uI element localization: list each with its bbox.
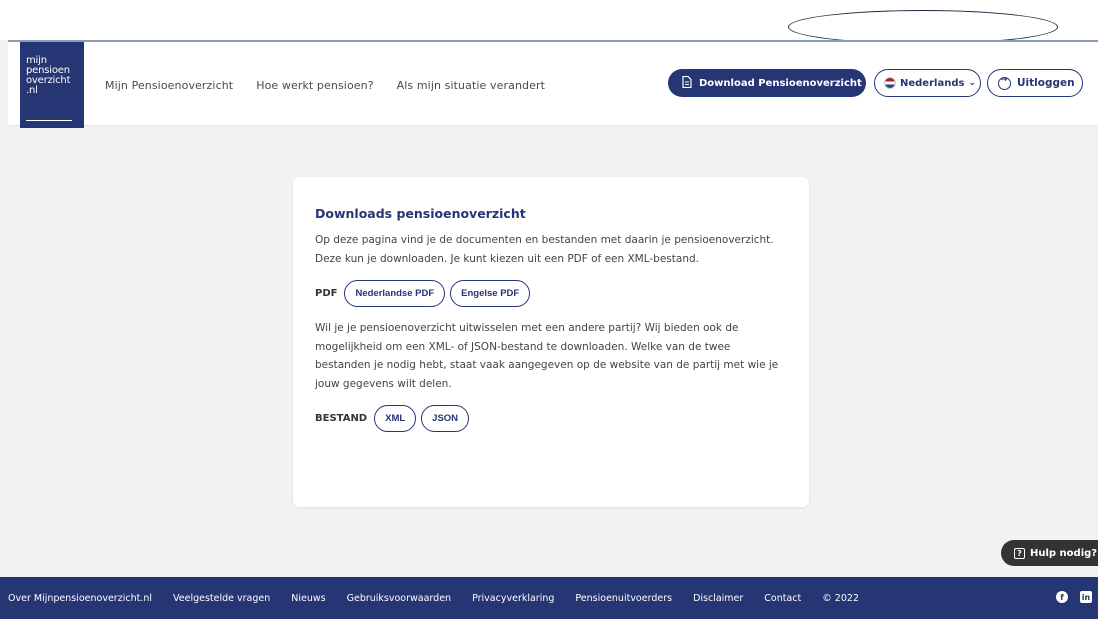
- engelse-pdf-button[interactable]: Engelse PDF: [450, 280, 531, 307]
- social-links: f in: [1056, 591, 1092, 603]
- help-icon: ?: [1014, 547, 1025, 559]
- page-title: Downloads pensioenoverzicht: [315, 206, 526, 221]
- footer-link-contact[interactable]: Contact: [764, 593, 801, 604]
- logout-button[interactable]: Uitloggen: [987, 69, 1083, 97]
- copyright-text: © 2022: [822, 592, 859, 604]
- facebook-icon[interactable]: f: [1056, 591, 1068, 603]
- main-nav: Mijn Pensioenoverzicht Hoe werkt pensioe…: [105, 42, 568, 128]
- footer-link-faq[interactable]: Veelgestelde vragen: [173, 593, 270, 604]
- footer-link-disclaimer[interactable]: Disclaimer: [693, 593, 743, 604]
- nav-item-hoe-werkt-pensioen[interactable]: Hoe werkt pensioen?: [256, 79, 373, 92]
- footer-link-pensioenuitvoerders[interactable]: Pensioenuitvoerders: [575, 593, 672, 604]
- file-row: BESTAND XML JSON: [315, 405, 787, 432]
- annotation-oval: [788, 10, 1058, 44]
- linkedin-icon[interactable]: in: [1080, 591, 1092, 603]
- help-button[interactable]: ? Hulp nodig?: [1001, 540, 1098, 566]
- json-button[interactable]: JSON: [421, 405, 470, 432]
- downloads-card: Downloads pensioenoverzicht Op deze pagi…: [293, 177, 809, 507]
- pdf-label: PDF: [315, 288, 338, 299]
- exchange-text: Wil je je pensioenoverzicht uitwisselen …: [315, 322, 779, 390]
- nav-item-mijn-pensioenoverzicht[interactable]: Mijn Pensioenoverzicht: [105, 79, 233, 92]
- nederlandse-pdf-button[interactable]: Nederlandse PDF: [344, 280, 446, 307]
- help-label: Hulp nodig?: [1030, 547, 1098, 559]
- logo-line: .nl: [26, 85, 38, 96]
- nav-item-als-mijn-situatie-verandert[interactable]: Als mijn situatie verandert: [397, 79, 545, 92]
- site-header: mijn pensioen overzicht .nl Mijn Pensioe…: [8, 40, 1098, 128]
- footer-link-nieuws[interactable]: Nieuws: [291, 593, 325, 604]
- intro-text: Op deze pagina vind je de documenten en …: [315, 234, 774, 265]
- site-footer: Over Mijnpensioenoverzicht.nl Veelgestel…: [0, 577, 1098, 619]
- download-pensioenoverzicht-button[interactable]: Download Pensioenoverzicht: [668, 69, 866, 97]
- chevron-down-icon: ⌄: [968, 78, 976, 88]
- logout-label: Uitloggen: [1017, 77, 1075, 89]
- logout-icon: [998, 75, 1011, 90]
- footer-link-gebruiksvoorwaarden[interactable]: Gebruiksvoorwaarden: [347, 593, 451, 604]
- document-icon: [682, 75, 692, 91]
- footer-link-privacyverklaring[interactable]: Privacyverklaring: [472, 593, 554, 604]
- logo-underline: [26, 120, 72, 121]
- language-label: Nederlands: [900, 77, 965, 89]
- download-pensioenoverzicht-label: Download Pensioenoverzicht: [699, 77, 862, 89]
- site-logo[interactable]: mijn pensioen overzicht .nl: [20, 42, 84, 128]
- pdf-row: PDF Nederlandse PDF Engelse PDF: [315, 280, 787, 307]
- file-label: BESTAND: [315, 413, 368, 424]
- flag-nl-icon: [884, 77, 896, 89]
- footer-link-over[interactable]: Over Mijnpensioenoverzicht.nl: [8, 593, 152, 604]
- language-select[interactable]: Nederlands ⌄: [874, 69, 981, 97]
- xml-button[interactable]: XML: [374, 405, 417, 432]
